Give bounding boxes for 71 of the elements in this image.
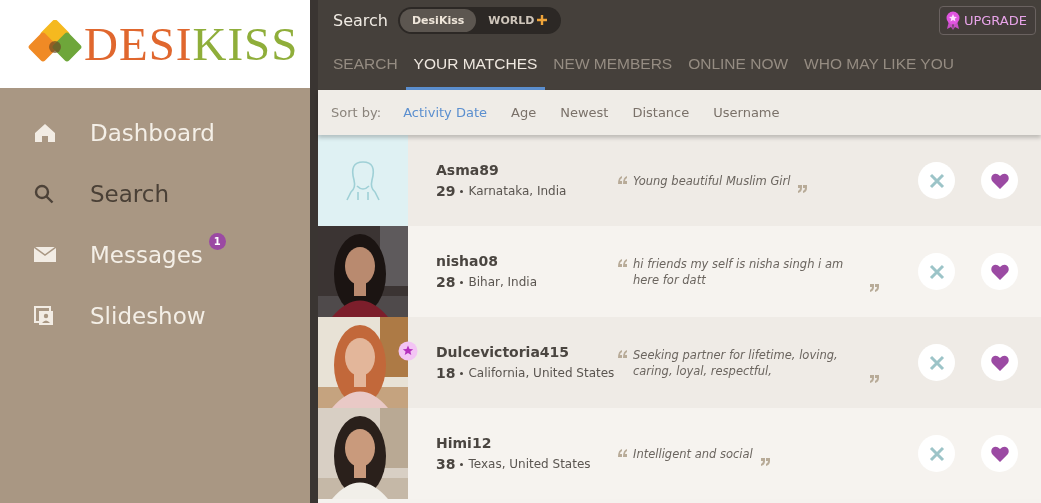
username[interactable]: nisha08 [436, 253, 618, 269]
sidebar-item[interactable]: Slideshow [0, 285, 310, 346]
separator-dot [460, 462, 464, 466]
sort-option[interactable]: Newest [548, 105, 621, 120]
mail-icon [34, 247, 56, 262]
ribbon-icon [945, 10, 960, 30]
dismiss-button[interactable] [918, 344, 955, 381]
location: California, United States [468, 366, 615, 380]
page-title: Search [333, 10, 388, 30]
age: 18 [436, 365, 456, 381]
location: Texas, United States [468, 457, 591, 471]
close-icon [928, 354, 945, 371]
username[interactable]: Dulcevictoria415 [436, 344, 618, 360]
plus-icon [537, 15, 548, 25]
separator-dot [460, 189, 464, 193]
close-icon [928, 263, 945, 280]
age: 29 [436, 183, 456, 199]
sidebar-item[interactable]: Dashboard [0, 102, 310, 163]
logo-text: DESIKISS [84, 20, 299, 68]
profile-quote: Seeking partner for lifetime, loving, caring, loyal, respectful, [633, 346, 839, 379]
quote-close-icon [798, 184, 809, 193]
heart-icon [990, 354, 1009, 371]
quote-open-icon [618, 349, 628, 358]
location: Karnataka, India [468, 184, 567, 198]
sort-option[interactable]: Age [499, 105, 549, 120]
search-icon [34, 183, 54, 204]
quote-close-icon [760, 457, 771, 466]
dismiss-button[interactable] [918, 162, 955, 199]
profile-quote: Young beautiful Muslim Girl [633, 172, 791, 189]
sort-option[interactable]: Username [701, 105, 792, 120]
quote-open-icon [618, 258, 628, 267]
close-icon [928, 172, 945, 189]
separator-dot [460, 371, 464, 375]
age: 28 [436, 274, 456, 290]
like-button[interactable] [981, 162, 1018, 199]
unread-badge: 1 [208, 233, 226, 250]
scrollbar[interactable] [310, 0, 318, 503]
tab[interactable]: WHO MAY LIKE YOU [796, 40, 962, 90]
upgrade-button[interactable]: UPGRADE [938, 5, 1036, 35]
profile-quote: Intelligent and social [633, 445, 753, 462]
tab[interactable]: ONLINE NOW [680, 40, 797, 90]
scope-option[interactable]: DesiKiss [399, 8, 477, 32]
sort-option[interactable]: Activity Date [391, 105, 499, 120]
slideshow-icon [34, 305, 54, 326]
tab[interactable]: SEARCH [333, 40, 406, 90]
home-icon [34, 122, 56, 143]
heart-icon [990, 172, 1009, 189]
close-icon [928, 445, 945, 462]
age: 38 [436, 456, 456, 472]
quote-close-icon [870, 374, 880, 383]
sort-label: Sort by: [331, 105, 382, 120]
like-button[interactable] [981, 435, 1018, 472]
sidebar-item[interactable]: Search [0, 163, 310, 224]
quote-close-icon [870, 283, 880, 292]
dismiss-button[interactable] [918, 435, 955, 472]
quote-open-icon [618, 175, 628, 184]
sidebar-item[interactable]: Messages 1 [0, 224, 310, 285]
separator-dot [460, 280, 464, 284]
heart-icon [990, 445, 1009, 462]
scope-option[interactable]: WORLD [476, 8, 560, 32]
dismiss-button[interactable] [918, 253, 955, 290]
sort-option[interactable]: Distance [620, 105, 702, 120]
username[interactable]: Asma89 [436, 162, 618, 178]
quote-open-icon [618, 448, 628, 457]
username[interactable]: Himi12 [436, 435, 618, 451]
heart-icon [990, 263, 1009, 280]
tab[interactable]: NEW MEMBERS [545, 40, 681, 90]
profile-quote: hi friends my self is nisha singh i am here for datt [633, 255, 845, 288]
location: Bihar, India [468, 275, 538, 289]
like-button[interactable] [981, 344, 1018, 381]
like-button[interactable] [981, 253, 1018, 290]
